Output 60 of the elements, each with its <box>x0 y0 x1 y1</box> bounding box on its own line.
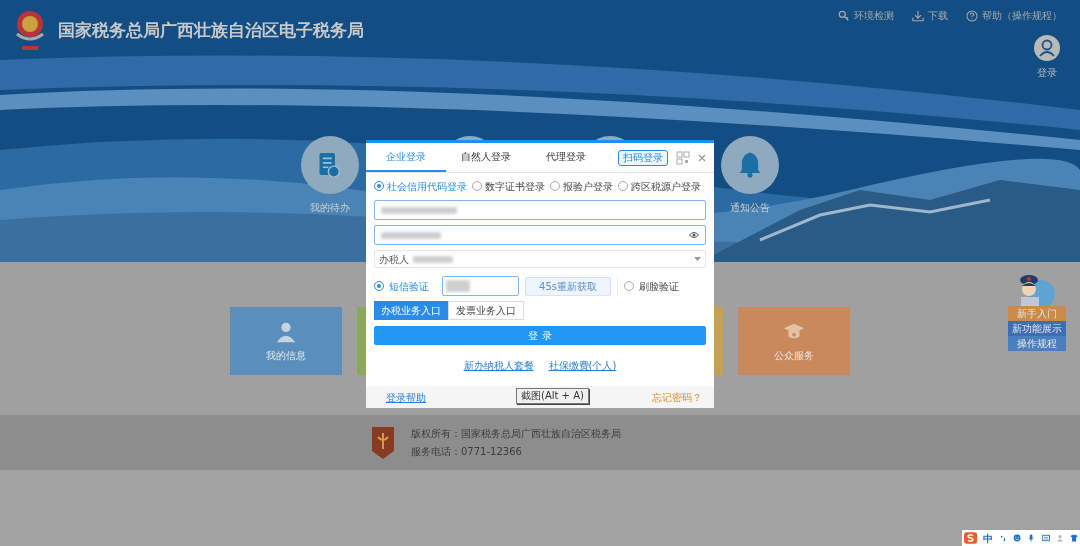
radio-label: 社会信用代码登录 <box>387 179 467 194</box>
side-button[interactable]: 操作规程 <box>1008 336 1066 351</box>
scan-login-button[interactable]: 扫码登录 <box>618 149 668 166</box>
link[interactable]: 新办纳税人套餐 <box>463 358 534 373</box>
agent-dropdown[interactable]: 办税人 <box>374 250 706 268</box>
ime-toolbar[interactable]: 中 <box>962 530 1080 546</box>
header-link[interactable]: 环境检测 <box>838 8 894 23</box>
key-icon <box>838 9 850 22</box>
header-link[interactable]: 下载 <box>912 8 948 23</box>
close-icon[interactable] <box>698 153 706 162</box>
service-card[interactable]: 我的信息 <box>230 307 342 375</box>
user-icon <box>1034 35 1060 61</box>
entry-tab[interactable]: 发票业务入口 <box>448 301 524 320</box>
tooltip: 截图(Alt + A) <box>516 388 589 404</box>
login-tab[interactable]: 代理登录 <box>526 143 606 172</box>
blurred-text <box>413 255 453 263</box>
blurred-text <box>446 280 470 292</box>
entry-tab[interactable]: 办税业务入口 <box>374 301 448 320</box>
help-link[interactable]: 登录帮助 <box>386 389 426 405</box>
punctuation-icon[interactable] <box>999 533 1008 543</box>
site-title: 国家税务总局广西壮族自治区电子税务局 <box>58 19 364 43</box>
emoji-icon[interactable] <box>1013 533 1022 543</box>
eye-icon[interactable] <box>689 231 699 239</box>
document-icon <box>319 152 341 178</box>
microphone-icon[interactable] <box>1027 533 1036 543</box>
icon-label: 我的待办 <box>310 201 350 215</box>
help-icon <box>966 9 978 22</box>
copyright-text: 版权所有：国家税务总局广西壮族自治区税务局 <box>411 427 621 441</box>
login-tab[interactable]: 企业登录 <box>366 143 446 172</box>
icon-label: 通知公告 <box>730 201 770 215</box>
login-button[interactable]: 登录 <box>1034 35 1060 80</box>
badge-icon <box>369 424 397 461</box>
header-link[interactable]: 帮助（操作规程） <box>966 8 1062 23</box>
radio-label: 数字证书登录 <box>485 179 545 194</box>
keyboard-icon[interactable] <box>1041 533 1050 543</box>
radio-label: 跨区税源户登录 <box>631 179 701 194</box>
download-icon <box>912 9 924 22</box>
shirt-icon[interactable] <box>1069 533 1078 543</box>
login-submit-button[interactable]: 登 录 <box>374 326 706 345</box>
side-button[interactable]: 新手入门 <box>1008 306 1066 321</box>
radio-label: 报验户登录 <box>563 179 613 194</box>
account-field[interactable] <box>374 200 706 220</box>
ime-mode-toggle[interactable]: 中 <box>983 530 994 546</box>
link[interactable]: 社保缴费(个人) <box>548 358 617 373</box>
qr-code-icon[interactable] <box>676 150 690 165</box>
ime-logo-icon[interactable] <box>964 531 978 545</box>
forgot-password-link[interactable]: 忘记密码？ <box>652 389 702 405</box>
user-icon[interactable] <box>1055 533 1064 543</box>
code-field[interactable] <box>442 276 519 296</box>
bell-icon <box>739 152 761 178</box>
service-card[interactable]: 公众服务 <box>738 307 850 375</box>
resend-code-button[interactable]: 45s重新获取 <box>525 276 611 296</box>
field-label: 办税人 <box>379 252 409 267</box>
phone-text: 服务电话：0771-12366 <box>411 445 523 459</box>
password-field[interactable] <box>374 225 706 245</box>
radio-label: 短信验证 <box>389 279 429 294</box>
login-tab[interactable]: 自然人登录 <box>446 143 526 172</box>
radio-label: 刷脸验证 <box>639 279 679 294</box>
blurred-text <box>381 231 441 239</box>
side-button[interactable]: 新功能展示 <box>1008 321 1066 336</box>
